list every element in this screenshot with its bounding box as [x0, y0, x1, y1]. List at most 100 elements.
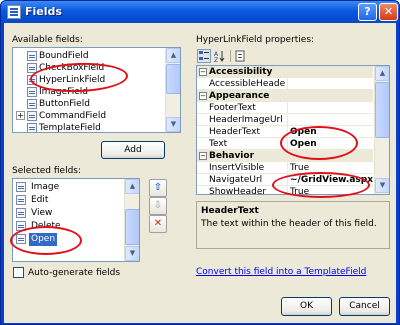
- property-name: NavigateUrl: [209, 175, 263, 185]
- property-value[interactable]: Open: [287, 138, 373, 150]
- property-row[interactable]: InsertVisible True: [197, 162, 373, 174]
- property-category[interactable]: − Behavior: [197, 150, 373, 162]
- available-field-item[interactable]: CheckBoxField: [39, 62, 104, 74]
- categorized-view-icon[interactable]: [197, 49, 211, 63]
- field-type-icon: [27, 63, 37, 73]
- dialog-body: Available fields: BoundField CheckBoxFiel…: [4, 23, 396, 323]
- field-type-icon: [16, 182, 26, 192]
- property-row[interactable]: FooterText: [197, 102, 373, 114]
- field-type-icon: [16, 234, 26, 244]
- scroll-up-icon[interactable]: ▲: [125, 179, 139, 194]
- selected-field-item[interactable]: Delete: [15, 220, 121, 233]
- property-name: ShowHeader: [209, 187, 267, 195]
- property-category[interactable]: − Accessibility: [197, 66, 373, 78]
- available-field-item[interactable]: BoundField: [39, 50, 89, 62]
- selected-fields-label: Selected fields:: [12, 166, 82, 176]
- property-category[interactable]: − Appearance: [197, 90, 373, 102]
- scroll-thumb[interactable]: [375, 82, 389, 138]
- field-type-icon: [27, 123, 37, 132]
- scroll-down-icon[interactable]: ▼: [166, 117, 180, 132]
- available-fields-label: Available fields:: [12, 35, 83, 45]
- field-type-icon: [16, 208, 26, 218]
- category-name: Behavior: [209, 151, 255, 161]
- scroll-up-icon[interactable]: ▲: [375, 66, 389, 81]
- available-field-item[interactable]: ImageField: [39, 86, 88, 98]
- available-field-item[interactable]: TemplateField: [39, 122, 101, 132]
- selected-field-label: Open: [29, 233, 58, 246]
- toolbar-divider: [230, 50, 231, 62]
- description-text: The text within the header of this field…: [201, 219, 377, 229]
- add-button[interactable]: Add: [101, 141, 165, 159]
- selected-field-item[interactable]: Image: [15, 181, 121, 194]
- selected-field-item[interactable]: Open: [15, 233, 121, 246]
- scroll-up-icon[interactable]: ▲: [166, 48, 180, 63]
- field-type-icon: [27, 51, 37, 61]
- selected-fields-list[interactable]: Image Edit View Delete Open ▲ ▼: [12, 178, 140, 262]
- available-fields-tree[interactable]: BoundField CheckBoxField HyperLinkField Ima…: [12, 47, 181, 133]
- property-name: HeaderText: [209, 127, 260, 137]
- field-type-icon: [27, 99, 37, 109]
- property-name: Text: [209, 139, 228, 149]
- description-title: HeaderText: [201, 206, 259, 216]
- property-row[interactable]: ShowHeader True: [197, 186, 373, 195]
- move-up-button[interactable]: ⇧: [149, 179, 167, 197]
- field-type-icon: [16, 221, 26, 231]
- properties-label: HyperLinkField properties:: [196, 35, 315, 45]
- scroll-down-icon[interactable]: ▼: [125, 246, 139, 261]
- property-row[interactable]: AccessibleHeaderTe: [197, 78, 373, 90]
- cancel-button[interactable]: Cancel: [339, 297, 390, 316]
- selected-scrollbar[interactable]: ▲ ▼: [124, 179, 139, 261]
- convert-to-template-link[interactable]: Convert this field into a TemplateField: [196, 267, 366, 277]
- collapse-icon[interactable]: −: [199, 68, 207, 76]
- scroll-thumb[interactable]: [125, 209, 139, 245]
- property-row[interactable]: HeaderText Open: [197, 126, 373, 138]
- available-field-item[interactable]: ButtonField: [39, 98, 90, 110]
- property-value[interactable]: [287, 78, 373, 90]
- window-title: Fields: [25, 5, 62, 18]
- close-button[interactable]: ✕: [379, 3, 398, 21]
- delete-field-button[interactable]: ✕: [149, 215, 167, 233]
- auto-generate-checkbox[interactable]: [13, 267, 24, 278]
- category-name: Accessibility: [209, 67, 273, 77]
- selected-field-item[interactable]: View: [15, 207, 121, 220]
- help-button[interactable]: ?: [358, 3, 377, 21]
- expand-icon[interactable]: +: [16, 111, 25, 120]
- field-type-icon: [27, 87, 37, 97]
- selected-field-label: Image: [31, 182, 60, 192]
- property-value[interactable]: [287, 102, 373, 114]
- title-bar: Fields ? ✕: [1, 1, 399, 23]
- field-type-icon: [27, 111, 37, 121]
- selected-field-label: View: [31, 208, 53, 218]
- property-row[interactable]: HeaderImageUrl: [197, 114, 373, 126]
- property-name: HeaderImageUrl: [209, 115, 283, 125]
- selected-field-label: Edit: [31, 195, 49, 205]
- dialog-icon: [7, 5, 21, 19]
- scroll-down-icon[interactable]: ▼: [375, 178, 389, 193]
- available-scrollbar[interactable]: ▲ ▼: [165, 48, 180, 132]
- property-scrollbar[interactable]: ▲ ▼: [374, 66, 389, 194]
- scroll-thumb[interactable]: [166, 64, 180, 94]
- selected-field-item[interactable]: Edit: [15, 194, 121, 207]
- property-value[interactable]: True: [287, 186, 373, 194]
- property-value[interactable]: True: [287, 162, 373, 174]
- property-value[interactable]: Open: [287, 126, 373, 138]
- collapse-icon[interactable]: −: [199, 92, 207, 100]
- field-type-icon: [16, 195, 26, 205]
- property-pages-icon[interactable]: [233, 49, 247, 63]
- property-value[interactable]: [287, 114, 373, 126]
- available-field-item[interactable]: HyperLinkField: [39, 74, 105, 86]
- collapse-icon[interactable]: −: [199, 152, 207, 160]
- category-name: Appearance: [209, 91, 270, 101]
- field-type-icon: [27, 75, 37, 85]
- property-name: InsertVisible: [209, 163, 265, 173]
- move-down-button[interactable]: ⇩: [149, 197, 167, 215]
- alphabetical-view-icon[interactable]: AZ: [213, 49, 227, 64]
- property-row[interactable]: NavigateUrl ~/GridView.aspx: [197, 174, 373, 186]
- property-grid[interactable]: −AccessibilityAccessibleHeaderTe−Appeara…: [196, 65, 390, 195]
- property-row[interactable]: Text Open: [197, 138, 373, 150]
- property-toolbar: AZ: [196, 47, 390, 65]
- fields-dialog: Fields ? ✕ Available fields: BoundField C…: [0, 0, 400, 325]
- ok-button[interactable]: OK: [281, 297, 332, 316]
- property-value[interactable]: ~/GridView.aspx: [287, 174, 373, 186]
- available-field-item[interactable]: CommandField: [39, 110, 106, 122]
